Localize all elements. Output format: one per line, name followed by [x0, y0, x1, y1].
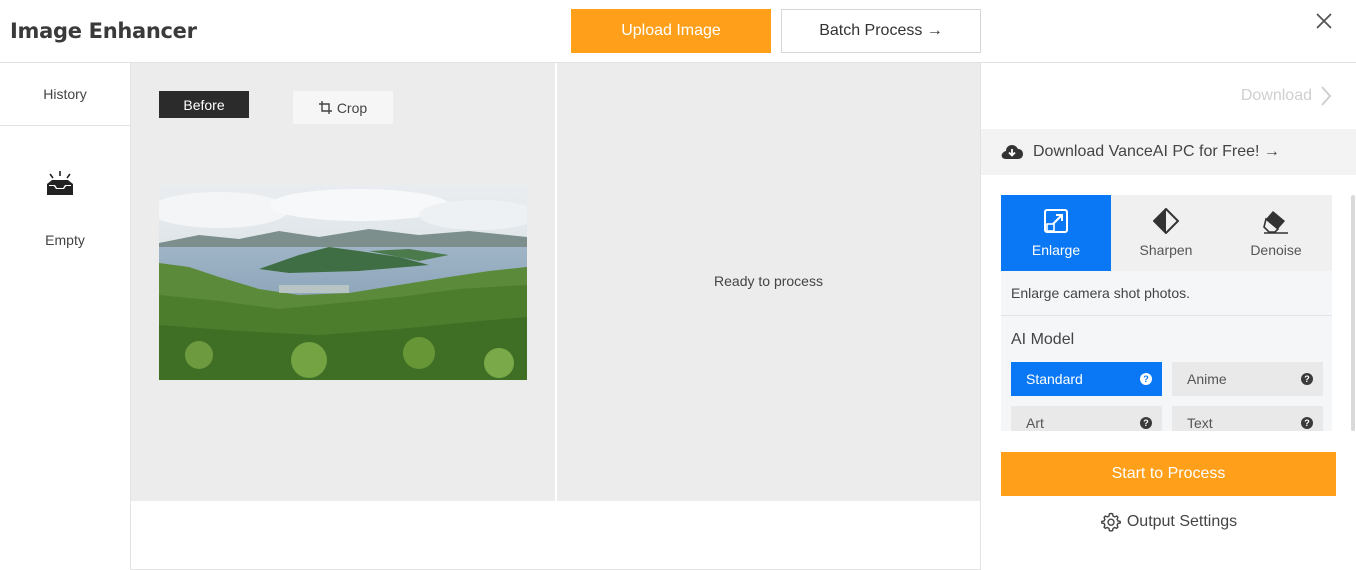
- tab-sharpen-label: Sharpen: [1139, 242, 1193, 258]
- empty-history-label: Empty: [45, 232, 85, 248]
- output-settings-button[interactable]: Output Settings: [981, 512, 1356, 532]
- empty-inbox-icon: [47, 171, 73, 195]
- ai-model-label: AI Model: [1011, 331, 1075, 348]
- preview-image: [159, 185, 527, 380]
- canvas-footer: [131, 501, 980, 570]
- model-art-button[interactable]: Art ?: [1011, 406, 1162, 431]
- help-icon[interactable]: ?: [1140, 373, 1152, 385]
- pc-banner-label: Download VanceAI PC for Free! →: [1033, 143, 1280, 160]
- help-icon[interactable]: ?: [1301, 373, 1313, 385]
- model-standard-button[interactable]: Standard ?: [1011, 362, 1162, 396]
- image-canvas: Before Crop Ready to process: [131, 63, 980, 501]
- start-process-button[interactable]: Start to Process: [1001, 452, 1336, 496]
- chevron-right-icon: [1321, 86, 1332, 106]
- tool-tabs: Enlarge Sharpen Denoise: [1001, 195, 1332, 271]
- crop-button[interactable]: Crop: [293, 91, 393, 124]
- batch-process-button[interactable]: Batch Process →: [781, 9, 981, 53]
- model-anime-button[interactable]: Anime ?: [1172, 362, 1323, 396]
- tool-description: Enlarge camera shot photos.: [1011, 285, 1190, 301]
- app-window: Image Enhancer Upload Image Batch Proces…: [0, 0, 1356, 570]
- denoise-icon: [1263, 211, 1288, 234]
- tab-denoise[interactable]: Denoise: [1221, 195, 1331, 271]
- sharpen-icon: [1153, 208, 1179, 234]
- help-icon[interactable]: ?: [1140, 417, 1152, 429]
- crop-label: Crop: [336, 99, 368, 116]
- panel-scrollbar[interactable]: [1351, 195, 1355, 431]
- close-icon[interactable]: [1314, 11, 1334, 31]
- enlarge-icon: [1044, 209, 1068, 233]
- tab-enlarge[interactable]: Enlarge: [1001, 195, 1111, 271]
- model-label: Standard: [1026, 371, 1083, 387]
- output-settings-label: Output Settings: [1126, 513, 1238, 530]
- download-pc-banner[interactable]: Download VanceAI PC for Free! →: [981, 129, 1356, 175]
- download-label: Download: [1240, 87, 1312, 104]
- gear-icon: [1100, 512, 1121, 532]
- model-label: Anime: [1187, 371, 1227, 387]
- history-sidebar: History Empty: [0, 63, 131, 570]
- model-text-button[interactable]: Text ?: [1172, 406, 1323, 431]
- help-icon[interactable]: ?: [1301, 417, 1313, 429]
- crop-icon: [318, 101, 332, 114]
- download-button[interactable]: Download: [1241, 85, 1332, 107]
- tab-denoise-label: Denoise: [1250, 242, 1302, 258]
- upload-image-button[interactable]: Upload Image: [571, 9, 771, 53]
- divider: [1001, 315, 1332, 316]
- app-title: Image Enhancer: [10, 19, 197, 43]
- header: Image Enhancer Upload Image Batch Proces…: [0, 0, 1356, 63]
- model-label: Text: [1187, 415, 1213, 431]
- tab-enlarge-label: Enlarge: [1031, 242, 1081, 258]
- ready-status-text: Ready to process: [714, 273, 823, 289]
- model-label: Art: [1026, 415, 1044, 431]
- settings-panel: Download Download VanceAI PC for Free! →…: [980, 63, 1356, 570]
- history-tab[interactable]: History: [0, 63, 130, 126]
- cloud-download-icon: [1001, 145, 1023, 159]
- tab-sharpen[interactable]: Sharpen: [1111, 195, 1221, 271]
- before-badge: Before: [159, 91, 249, 118]
- tool-options: Enlarge camera shot photos. AI Model Sta…: [1001, 271, 1332, 431]
